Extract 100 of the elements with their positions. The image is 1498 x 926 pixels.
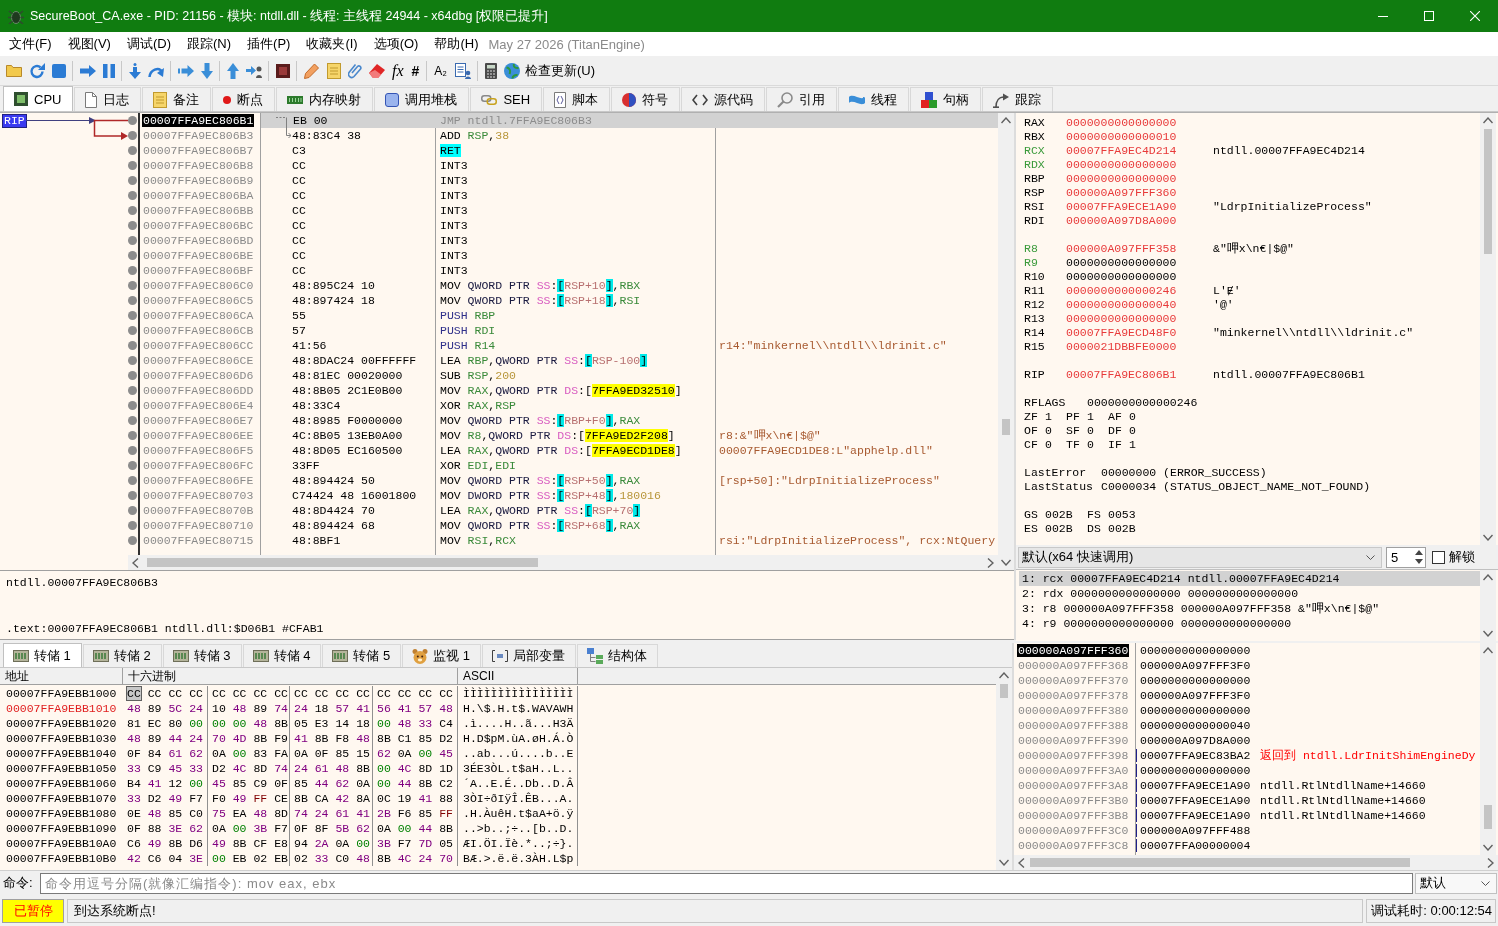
gutter-dot-icon[interactable] [128,176,137,185]
toolbar-item[interactable]: 检查更新(U) [500,61,596,80]
arrow-down-icon[interactable] [200,62,213,79]
gutter-dot-icon[interactable] [128,146,137,155]
disasm-address[interactable]: 00007FFA9EC806B1 [142,114,255,127]
folder-icon[interactable] [5,64,22,77]
gutter-dot-icon[interactable] [128,371,137,380]
dump-tab[interactable]: 监视 1 [402,644,482,667]
view-tab[interactable]: 内存映射 [276,87,374,111]
document-user-icon[interactable] [454,62,471,79]
menu-item[interactable]: 插件(P) [239,32,299,56]
letter-symbol[interactable]: A₂ [434,62,447,79]
paperclip-icon[interactable] [347,62,362,79]
scroll-up-icon[interactable] [1483,574,1493,581]
gutter-dot-icon[interactable] [128,446,137,455]
gutter-dot-icon[interactable] [128,251,137,260]
gutter-dot-icon[interactable] [128,476,137,485]
scrollbar-thumb[interactable] [1484,805,1492,829]
pencil-icon[interactable] [303,62,320,79]
view-tab[interactable]: 日志 [74,87,142,111]
argument-count-spinbox[interactable]: 5 [1386,546,1426,568]
scroll-left-icon[interactable] [132,557,139,568]
scroll-right-icon[interactable] [1487,857,1494,868]
view-tab[interactable]: 引用 [766,87,838,111]
menu-item[interactable]: 帮助(H) [426,32,487,56]
menu-item[interactable]: 跟踪(N) [179,32,240,56]
gutter-dot-icon[interactable] [128,131,137,140]
hash-symbol[interactable]: # [411,62,420,79]
scroll-down-icon[interactable] [1483,534,1493,541]
pause-icon[interactable] [102,63,115,78]
argument-entry[interactable]: 3: r8 000000A097FFF358 000000A097FFF358 &"呷x\n€|$@" [1019,601,1480,616]
dashed-arrow-icon[interactable] [177,64,194,77]
maximize-icon[interactable] [1424,11,1434,21]
scrollbar-thumb[interactable] [1030,858,1410,867]
vertical-scrollbar[interactable] [1480,113,1496,545]
dotted-arrow-icon[interactable] [128,62,141,79]
command-mode-dropdown[interactable]: 默认 [1415,872,1497,894]
view-tab[interactable]: 调用堆栈 [374,87,470,111]
view-tab[interactable]: 句柄 [910,87,982,111]
scroll-up-icon[interactable] [1483,647,1493,654]
column-header[interactable]: 十六进制 [123,668,458,684]
gutter-dot-icon[interactable] [128,341,137,350]
view-tab[interactable]: 源代码 [681,87,766,111]
horizontal-scrollbar[interactable] [128,555,998,570]
gutter-dot-icon[interactable] [128,521,137,530]
scroll-up-icon[interactable] [999,672,1009,679]
scroll-right-icon[interactable] [987,557,994,568]
stack-address[interactable]: 000000A097FFF360 [1017,644,1130,657]
dump-tab[interactable]: 转储 4 [242,644,322,667]
row-highlight[interactable]: EB 00 JMP ntdll.7FFA9EC806B3 [261,113,998,128]
scroll-down-icon[interactable] [1483,630,1493,637]
gutter-dot-icon[interactable] [128,311,137,320]
close-icon[interactable] [1470,11,1480,21]
dump-tab[interactable]: 转储 2 [82,644,162,667]
view-tab[interactable]: 断点 [212,87,276,111]
gutter-dot-icon[interactable] [128,431,137,440]
calling-convention-dropdown[interactable]: 默认(x64 快速调用) [1018,546,1382,568]
gutter-dot-icon[interactable] [128,191,137,200]
view-tab[interactable]: 脚本 [543,87,611,111]
refresh-icon[interactable] [28,62,45,79]
gutter-dot-icon[interactable] [128,236,137,245]
notepad-icon[interactable] [326,62,341,79]
view-tab[interactable]: 线程 [838,87,910,111]
gutter-dot-icon[interactable] [128,356,137,365]
command-input[interactable]: 命令用逗号分隔(就像汇编指令): mov eax, ebx [40,872,1413,894]
dump-tab[interactable]: 转储 5 [322,644,402,667]
unlock-checkbox[interactable] [1432,550,1445,564]
gutter-dot-icon[interactable] [128,161,137,170]
eraser-icon[interactable] [368,63,385,78]
gutter-dot-icon[interactable] [128,416,137,425]
scrollbar-thumb[interactable] [1484,129,1492,254]
gutter-dot-icon[interactable] [128,401,137,410]
minimize-icon[interactable] [1378,15,1388,17]
menu-item[interactable]: 选项(O) [365,32,427,56]
gutter-dot-icon[interactable] [128,506,137,515]
gutter-dot-icon[interactable] [128,116,137,125]
arrow-user-icon[interactable] [245,63,262,78]
scroll-left-icon[interactable] [1018,857,1025,868]
menu-item[interactable]: 文件(F) [1,32,60,56]
argument-entry[interactable]: 4: r9 0000000000000000 0000000000000000 [1019,616,1480,631]
gutter-dot-icon[interactable] [128,281,137,290]
argument-entry[interactable]: 2: rdx 0000000000000000 0000000000000000 [1019,586,1480,601]
scrollbar-thumb[interactable] [1002,419,1010,435]
scroll-down-icon[interactable] [1483,844,1493,851]
column-header[interactable]: ASCII [458,668,578,684]
scroll-up-icon[interactable] [1483,117,1493,124]
scrollbar-thumb[interactable] [147,558,538,567]
menu-item[interactable]: 收藏夹(I) [298,32,366,56]
stop-icon[interactable] [51,63,66,78]
arrow-right-icon[interactable] [79,64,96,77]
fx-symbol[interactable]: fx [392,62,404,79]
dump-tab[interactable]: 局部变量 [482,644,577,667]
gutter-dot-icon[interactable] [128,326,137,335]
scroll-up-icon[interactable] [1001,117,1011,124]
horizontal-scrollbar[interactable] [1014,855,1498,870]
argument-entry[interactable]: 1: rcx 00007FFA9EC4D214 ntdll.00007FFA9EC4D214 [1019,571,1480,586]
vertical-scrollbar[interactable] [996,668,1012,870]
view-tab[interactable]: 符号 [611,87,681,111]
view-tab[interactable]: SEH [470,87,543,111]
dump-tab[interactable]: 转储 3 [162,644,242,667]
